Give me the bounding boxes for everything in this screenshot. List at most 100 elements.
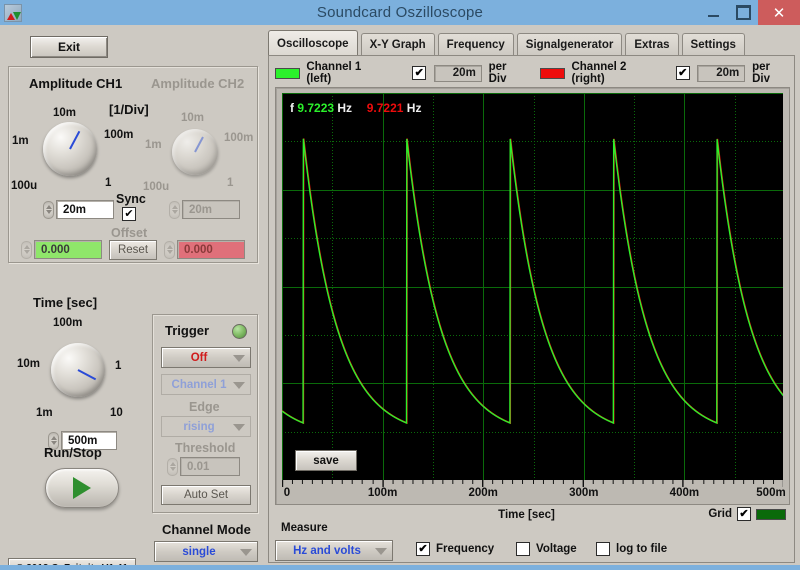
- trigger-edge-label: Edge: [189, 400, 220, 414]
- waveform-svg: [282, 93, 783, 480]
- maximize-button[interactable]: [728, 0, 758, 25]
- channel-legend-row: Channel 1 (left) ✔ 20m per Div Channel 2…: [275, 61, 790, 85]
- trigger-group: Trigger Off Channel 1 Edge rising Thresh…: [152, 314, 258, 513]
- amplitude-ch2-value-group: 20m: [169, 200, 240, 219]
- amplitude-ch1-value[interactable]: 20m: [56, 200, 114, 219]
- tab-signalgenerator[interactable]: Signalgenerator: [516, 33, 623, 56]
- voltage-label: Voltage: [536, 543, 577, 555]
- time-knob-label-10: 10: [110, 407, 123, 419]
- sync-checkbox[interactable]: ✔: [122, 207, 136, 221]
- amplitude-ch2-knob[interactable]: [172, 129, 218, 175]
- run-stop-button[interactable]: [45, 468, 119, 508]
- channel1-per-div-value[interactable]: 20m: [433, 64, 482, 82]
- voltage-checkbox[interactable]: [516, 542, 530, 556]
- log-to-file-checkbox[interactable]: [596, 542, 610, 556]
- save-button[interactable]: save: [295, 450, 357, 471]
- tab-extras[interactable]: Extras: [625, 33, 679, 56]
- chevron-down-icon: [240, 548, 252, 556]
- x-axis: 0 100m 200m 300m 400m 500m: [282, 480, 786, 506]
- offset-ch2-spinner[interactable]: [164, 240, 175, 259]
- amplitude-ch1-value-group: 20m: [43, 200, 114, 219]
- time-knob[interactable]: [51, 343, 105, 397]
- offset-ch1-value[interactable]: 0.000: [34, 240, 102, 259]
- x-tick-label: 300m: [569, 487, 599, 499]
- runstop-label: Run/Stop: [44, 445, 102, 460]
- exit-button[interactable]: Exit: [30, 36, 108, 58]
- ch1-knob-label-100u: 100u: [11, 180, 38, 192]
- trigger-mode-dropdown[interactable]: Off: [161, 347, 251, 368]
- trigger-threshold-group: 0.01: [167, 457, 240, 476]
- channel2-color-swatch[interactable]: [540, 67, 566, 79]
- chevron-down-icon: [233, 423, 245, 431]
- channel-mode-dropdown[interactable]: single: [154, 541, 258, 562]
- trigger-edge-value: rising: [183, 420, 215, 433]
- channel2-frequency-unit: Hz: [406, 101, 422, 115]
- tab-frequency[interactable]: Frequency: [437, 33, 514, 56]
- time-title: Time [sec]: [33, 295, 98, 310]
- channel-mode-value: single: [182, 545, 216, 558]
- offset-ch1-spinner[interactable]: [21, 240, 32, 259]
- channel1-per-div-label: per Div: [488, 61, 507, 85]
- x-tick-label: 200m: [468, 487, 498, 499]
- offset-ch2-value[interactable]: 0.000: [177, 240, 245, 259]
- channel1-color-swatch[interactable]: [275, 67, 301, 79]
- sync-label: Sync: [116, 192, 146, 206]
- tab-xy-graph[interactable]: X-Y Graph: [360, 33, 435, 56]
- amplitude-ch1-knob[interactable]: [43, 122, 97, 176]
- amplitude-ch2-title: Amplitude CH2: [151, 76, 245, 91]
- play-icon: [73, 477, 91, 499]
- close-button[interactable]: ✕: [758, 0, 800, 25]
- x-tick-label: 400m: [669, 487, 700, 499]
- measure-label: Measure: [281, 522, 328, 534]
- x-axis-ticks: [282, 480, 783, 487]
- trigger-threshold-value[interactable]: 0.01: [180, 457, 240, 476]
- grid-color-swatch[interactable]: [756, 508, 786, 520]
- offset-label: Offset: [111, 226, 148, 240]
- ch1-knob-label-100m: 100m: [104, 129, 134, 141]
- tab-bar: Oscilloscope X-Y Graph Frequency Signalg…: [268, 30, 795, 56]
- ch1-knob-label-1m: 1m: [12, 135, 29, 147]
- title-bar: Soundcard Oszilloscope ✕: [0, 0, 800, 25]
- minimize-button[interactable]: [698, 0, 728, 25]
- frequency-readout: f 9.7223 Hz 9.7221 Hz: [290, 101, 421, 115]
- trigger-edge-dropdown[interactable]: rising: [161, 416, 251, 437]
- x-axis-title: Time [sec]: [498, 509, 555, 521]
- trigger-title: Trigger: [165, 323, 210, 338]
- log-to-file-label: log to file: [616, 543, 668, 555]
- ch2-spinner[interactable]: [169, 200, 180, 219]
- channel1-enable-checkbox[interactable]: ✔: [412, 66, 427, 80]
- x-tick-label: 500m: [756, 487, 786, 499]
- amplitude-ch2-value[interactable]: 20m: [182, 200, 240, 219]
- offset-ch1-group: 0.000: [21, 240, 102, 259]
- offset-reset-button[interactable]: Reset: [109, 240, 157, 260]
- ch1-knob-label-1: 1: [105, 177, 112, 189]
- chevron-down-icon: [375, 547, 387, 555]
- time-knob-label-1m: 1m: [36, 407, 53, 419]
- amplitude-ch1-title: Amplitude CH1: [29, 76, 123, 91]
- channel1-frequency-value: 9.7223: [297, 101, 335, 115]
- frequency-checkbox[interactable]: ✔: [416, 542, 430, 556]
- time-knob-label-100m: 100m: [53, 317, 83, 329]
- measure-mode-dropdown[interactable]: Hz and volts: [275, 540, 393, 561]
- voltage-measure-row: Voltage: [516, 542, 577, 556]
- ch1-spinner[interactable]: [43, 200, 54, 219]
- grid-checkbox[interactable]: ✔: [737, 507, 751, 521]
- freq-prefix: f: [290, 101, 294, 115]
- channel-mode-label: Channel Mode: [162, 522, 251, 537]
- oscilloscope-plot[interactable]: f 9.7223 Hz 9.7221 Hz save: [282, 93, 783, 480]
- ch2-knob-label-1: 1: [227, 177, 234, 189]
- time-knob-label-10m: 10m: [17, 358, 41, 370]
- tab-oscilloscope[interactable]: Oscilloscope: [268, 30, 358, 56]
- frequency-label: Frequency: [436, 543, 495, 555]
- ch2-knob-label-100m: 100m: [224, 132, 254, 144]
- channel2-enable-checkbox[interactable]: ✔: [675, 66, 690, 80]
- status-bar: [0, 565, 800, 570]
- trigger-channel-value: Channel 1: [171, 378, 227, 391]
- threshold-spinner[interactable]: [167, 457, 178, 476]
- channel2-per-div-value[interactable]: 20m: [697, 64, 746, 82]
- x-tick-label: 100m: [367, 487, 398, 499]
- auto-set-button[interactable]: Auto Set: [161, 485, 251, 505]
- trigger-channel-dropdown[interactable]: Channel 1: [161, 374, 251, 395]
- tab-settings[interactable]: Settings: [681, 33, 745, 56]
- window-title: Soundcard Oszilloscope: [316, 4, 484, 21]
